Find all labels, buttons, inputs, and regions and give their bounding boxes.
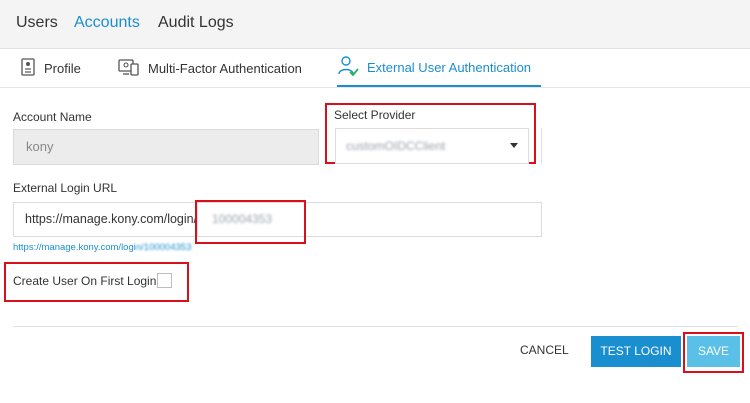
divider xyxy=(13,326,738,327)
subtab-mfa-label: Multi-Factor Authentication xyxy=(148,60,302,76)
login-url-prefix: https://manage.kony.com/login/ xyxy=(13,202,197,237)
user-check-icon xyxy=(337,55,359,80)
caret-down-icon xyxy=(510,143,518,148)
subtab-profile[interactable]: Profile xyxy=(20,49,81,87)
login-url-label: External Login URL xyxy=(13,181,118,195)
account-name-label: Account Name xyxy=(13,110,92,124)
sub-tabs: Profile Multi-Factor Authentication Exte… xyxy=(0,49,750,88)
create-user-label: Create User On First Login xyxy=(13,274,157,288)
tab-audit-logs[interactable]: Audit Logs xyxy=(158,14,234,32)
provider-select[interactable]: customOIDCClient xyxy=(335,128,529,164)
profile-icon xyxy=(20,57,36,79)
cancel-button[interactable]: CANCEL xyxy=(520,343,569,357)
subtab-external-auth[interactable]: External User Authentication xyxy=(337,49,542,87)
login-url-preview-prefix: https://manage.kony.com/logi xyxy=(13,242,136,253)
provider-label: Select Provider xyxy=(334,108,416,122)
login-url-preview[interactable]: https://manage.kony.com/login/100004353 xyxy=(13,242,191,253)
test-login-button[interactable]: TEST LOGIN xyxy=(591,336,681,367)
divider-vertical xyxy=(541,128,542,164)
login-url-preview-suffix: n/100004353 xyxy=(135,242,192,253)
account-name-field: kony xyxy=(13,129,319,165)
login-url-highlight xyxy=(195,200,306,244)
save-highlight xyxy=(683,332,744,373)
create-user-checkbox[interactable] xyxy=(157,273,172,288)
subtab-profile-label: Profile xyxy=(44,60,81,76)
mfa-icon xyxy=(118,58,140,79)
subtab-external-auth-label: External User Authentication xyxy=(367,59,532,75)
provider-select-value: customOIDCClient xyxy=(346,139,446,153)
tab-users[interactable]: Users xyxy=(16,14,58,32)
subtab-mfa[interactable]: Multi-Factor Authentication xyxy=(118,49,302,87)
top-nav: Users Accounts Audit Logs xyxy=(0,0,750,49)
tab-accounts[interactable]: Accounts xyxy=(74,14,140,32)
